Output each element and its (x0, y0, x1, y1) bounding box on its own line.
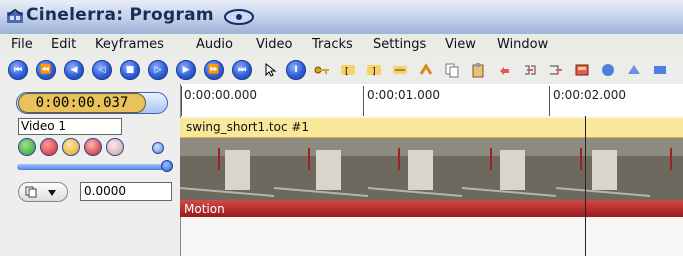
mute-icon[interactable] (106, 138, 124, 156)
clip-icon[interactable] (522, 62, 538, 78)
svg-text:]: ] (372, 67, 376, 77)
out-point-icon[interactable]: ] (366, 62, 382, 78)
arm-track-icon[interactable] (62, 138, 80, 156)
keyframe-key-icon[interactable] (314, 62, 330, 78)
copy-pages-icon (25, 186, 37, 198)
chevron-down-icon (48, 190, 56, 196)
timecode-display[interactable]: 0:00:00.037 (18, 93, 146, 113)
motion-label: Motion (184, 202, 225, 216)
nudge-value-field[interactable]: 0.0000 (80, 182, 172, 201)
fast-forward-icon[interactable]: ⏩ (204, 60, 224, 80)
keyframe-save-icon[interactable] (574, 62, 590, 78)
tool-blue-icon[interactable] (600, 62, 616, 78)
menu-audio[interactable]: Audio (196, 37, 233, 52)
playhead-cursor[interactable] (585, 116, 586, 256)
menu-tracks[interactable]: Tracks (312, 37, 353, 52)
arrow-cursor-icon[interactable] (262, 62, 278, 78)
svg-text:[: [ (345, 67, 349, 77)
menu-window[interactable]: Window (497, 37, 548, 52)
video-frame-6 (650, 138, 683, 200)
stop-icon[interactable]: ■ (120, 60, 140, 80)
title-bar: Cinelerra: Program (0, 0, 683, 35)
ruler-tick-1 (363, 86, 364, 116)
motion-automation-bar[interactable] (180, 200, 683, 217)
menu-settings[interactable]: Settings (373, 37, 426, 52)
menu-keyframes[interactable]: Keyframes (95, 37, 164, 52)
toolbar: ⏮ ⏪ ◀ ◁ ■ ▷ ▶ ⏩ ⏭ I [ ] (0, 56, 683, 85)
record-track-icon[interactable] (40, 138, 58, 156)
menu-file[interactable]: File (11, 37, 33, 52)
play-icon[interactable]: ▶ (176, 60, 196, 80)
jump-to-end-icon[interactable]: ⏭ (232, 60, 252, 80)
ruler-label-2: 0:00:02.000 (553, 88, 626, 102)
ruler-tick-0 (181, 86, 182, 116)
track-fader[interactable] (17, 164, 171, 170)
ruler-tick-2 (549, 86, 550, 116)
frame-reverse-icon[interactable]: ◁ (92, 60, 112, 80)
video-frame-1 (180, 138, 274, 200)
ruler-label-0: 0:00:00.000 (184, 88, 257, 102)
draw-media-icon[interactable] (84, 138, 102, 156)
video-frame-3 (368, 138, 462, 200)
expand-track-icon[interactable] (152, 142, 164, 154)
edit-title: swing_short1.toc #1 (186, 120, 310, 134)
video-frame-5 (556, 138, 650, 200)
window-title: Cinelerra: Program (26, 5, 214, 25)
menu-edit[interactable]: Edit (51, 37, 76, 52)
swirl-icon (224, 9, 254, 25)
overwrite-icon[interactable] (548, 62, 564, 78)
label-icon[interactable] (392, 62, 408, 78)
rewind-to-start-icon[interactable]: ⏮ (8, 60, 28, 80)
video-thumbnails[interactable] (180, 138, 683, 200)
splice-icon[interactable] (418, 62, 434, 78)
menu-video[interactable]: Video (256, 37, 292, 52)
menu-view[interactable]: View (445, 37, 476, 52)
track-name-field[interactable]: Video 1 (18, 118, 122, 135)
ibeam-cursor-icon[interactable]: I (286, 60, 306, 80)
reverse-icon[interactable]: ◀ (64, 60, 84, 80)
video-frame-2 (274, 138, 368, 200)
cinelerra-app-icon (7, 9, 23, 23)
track-fader-knob[interactable] (161, 160, 173, 172)
mode-popup-button[interactable] (18, 182, 68, 202)
undo-icon[interactable] (496, 62, 512, 78)
copy-icon[interactable] (444, 62, 460, 78)
tool-blue3-icon[interactable] (652, 62, 668, 78)
frame-forward-icon[interactable]: ▷ (148, 60, 168, 80)
paste-icon[interactable] (470, 62, 486, 78)
video-frame-4 (462, 138, 556, 200)
fast-reverse-icon[interactable]: ⏪ (36, 60, 56, 80)
menu-bar: File Edit Keyframes Audio Video Tracks S… (0, 34, 683, 57)
tool-blue2-icon[interactable] (626, 62, 642, 78)
ruler-label-1: 0:00:01.000 (367, 88, 440, 102)
in-point-icon[interactable]: [ (340, 62, 356, 78)
play-track-icon[interactable] (18, 138, 36, 156)
